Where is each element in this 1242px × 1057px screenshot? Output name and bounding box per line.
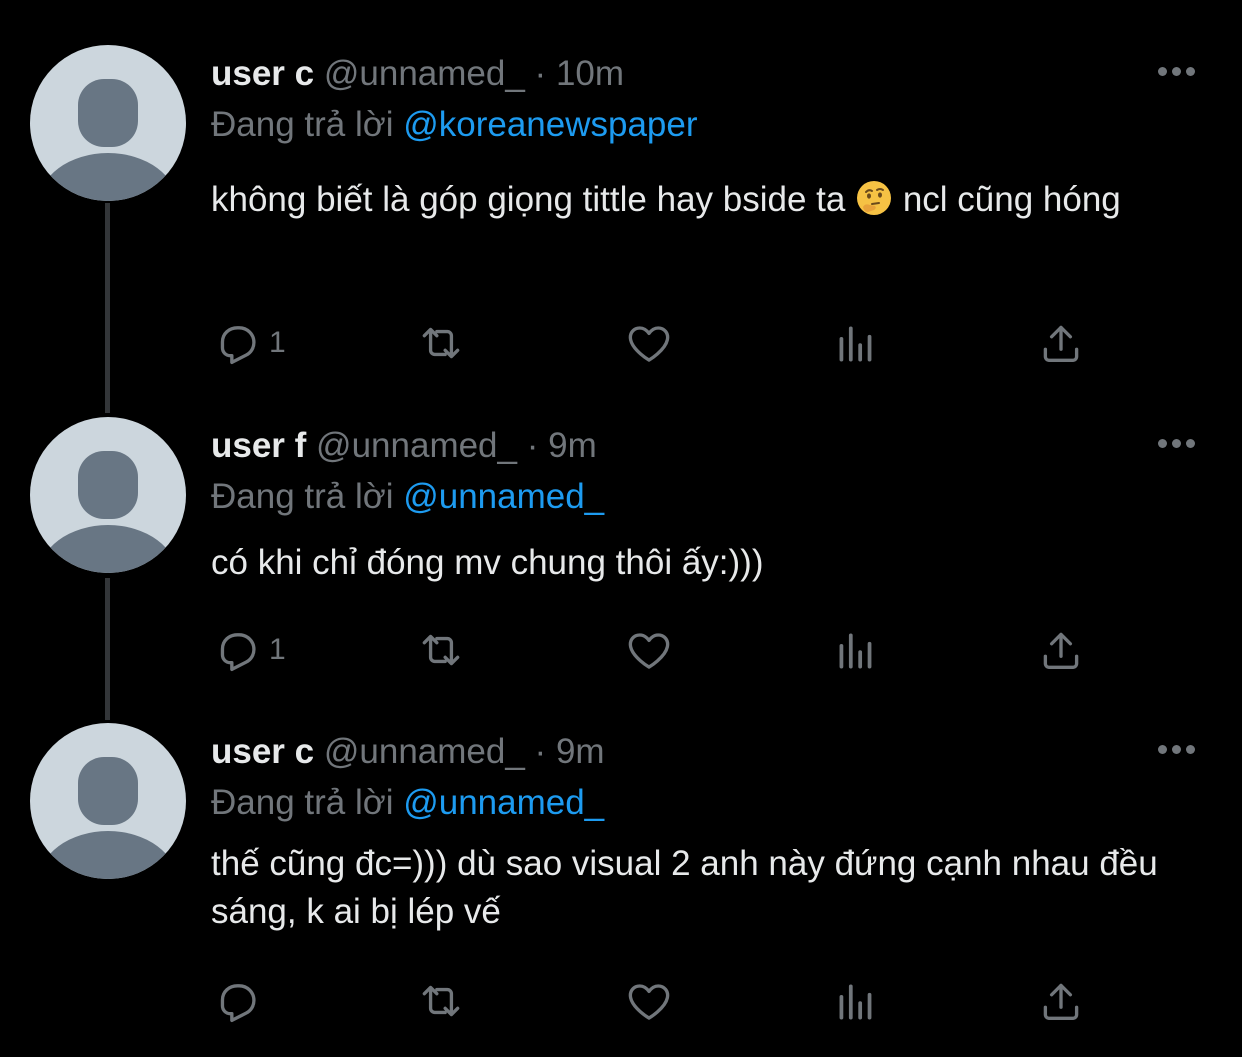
timestamp[interactable]: 10m: [556, 54, 624, 93]
share-icon: [1043, 325, 1079, 362]
tweet-text-part: ncl cũng hóng: [902, 180, 1121, 219]
heart-icon: [628, 633, 670, 669]
views-button[interactable]: [831, 625, 881, 675]
replying-to: Đang trả lời @koreanewspaper: [211, 103, 698, 147]
avatar[interactable]: [30, 45, 186, 201]
tweet[interactable]: user c @unnamed_ · 9m Đang trả lời @unna…: [0, 720, 1242, 1057]
heart-icon: [628, 326, 670, 362]
more-icon[interactable]: [1158, 67, 1200, 79]
retweet-icon: [422, 985, 460, 1017]
views-button[interactable]: [831, 318, 881, 368]
more-icon[interactable]: [1158, 439, 1200, 451]
tweet-text: không biết là góp giọng tittle hay bside…: [211, 172, 1191, 228]
replying-prefix: Đang trả lời: [211, 783, 394, 822]
tweet-text-part: không biết là góp giọng tittle hay bside…: [211, 180, 846, 219]
views-button[interactable]: [831, 976, 881, 1026]
action-bar: 1: [211, 625, 1111, 675]
separator-dot: ·: [534, 732, 547, 771]
share-icon: [1043, 983, 1079, 1020]
like-button[interactable]: [624, 625, 682, 675]
tweet[interactable]: user f @unnamed_ · 9m Đang trả lời @unna…: [0, 410, 1242, 720]
display-name[interactable]: user f: [211, 426, 306, 465]
analytics-icon: [839, 984, 872, 1020]
reply-icon: [220, 326, 256, 365]
mention-link[interactable]: @unnamed_: [403, 783, 604, 822]
tweet-header: user c @unnamed_ · 9m: [211, 730, 605, 774]
replying-to: Đang trả lời @unnamed_: [211, 781, 604, 825]
share-button[interactable]: [1036, 976, 1086, 1026]
reply-icon: [220, 984, 256, 1023]
reply-button[interactable]: [211, 976, 269, 1026]
user-handle[interactable]: @unnamed_: [324, 732, 525, 771]
thinking-face-emoji: [857, 181, 892, 215]
replying-to: Đang trả lời @unnamed_: [211, 475, 604, 519]
analytics-icon: [839, 633, 872, 669]
reply-count: 1: [269, 633, 286, 666]
replying-prefix: Đang trả lời: [211, 477, 394, 516]
action-bar: 1: [211, 318, 1111, 368]
tweet-text: có khi chỉ đóng mv chung thôi ấy:))): [211, 543, 764, 582]
user-handle[interactable]: @unnamed_: [316, 426, 517, 465]
more-icon[interactable]: [1158, 745, 1200, 757]
tweet[interactable]: user c @unnamed_ · 10m Đang trả lời @kor…: [0, 0, 1242, 410]
share-icon: [1043, 632, 1079, 669]
mention-link[interactable]: @koreanewspaper: [403, 105, 697, 144]
mention-link[interactable]: @unnamed_: [403, 477, 604, 516]
avatar[interactable]: [30, 417, 186, 573]
tweet-text: thế cũng đc=))) dù sao visual 2 anh này …: [211, 844, 1158, 931]
timestamp[interactable]: 9m: [548, 426, 597, 465]
share-button[interactable]: [1036, 625, 1086, 675]
reply-button[interactable]: 1: [211, 625, 286, 675]
avatar[interactable]: [30, 723, 186, 879]
retweet-icon: [422, 634, 460, 666]
display-name[interactable]: user c: [211, 732, 314, 771]
action-bar: [211, 976, 1111, 1026]
analytics-icon: [839, 326, 872, 362]
timestamp[interactable]: 9m: [556, 732, 605, 771]
like-button[interactable]: [624, 318, 682, 368]
retweet-icon: [422, 327, 460, 359]
reply-button[interactable]: 1: [211, 318, 286, 368]
tweet-header: user f @unnamed_ · 9m: [211, 424, 597, 468]
retweet-button[interactable]: [416, 976, 474, 1026]
separator-dot: ·: [526, 426, 539, 465]
separator-dot: ·: [534, 54, 547, 93]
tweet-header: user c @unnamed_ · 10m: [211, 52, 624, 96]
reply-icon: [220, 633, 256, 672]
retweet-button[interactable]: [416, 625, 474, 675]
heart-icon: [628, 984, 670, 1020]
display-name[interactable]: user c: [211, 54, 314, 93]
reply-count: 1: [269, 326, 286, 359]
user-handle[interactable]: @unnamed_: [324, 54, 525, 93]
retweet-button[interactable]: [416, 318, 474, 368]
replying-prefix: Đang trả lời: [211, 105, 394, 144]
like-button[interactable]: [624, 976, 682, 1026]
share-button[interactable]: [1036, 318, 1086, 368]
